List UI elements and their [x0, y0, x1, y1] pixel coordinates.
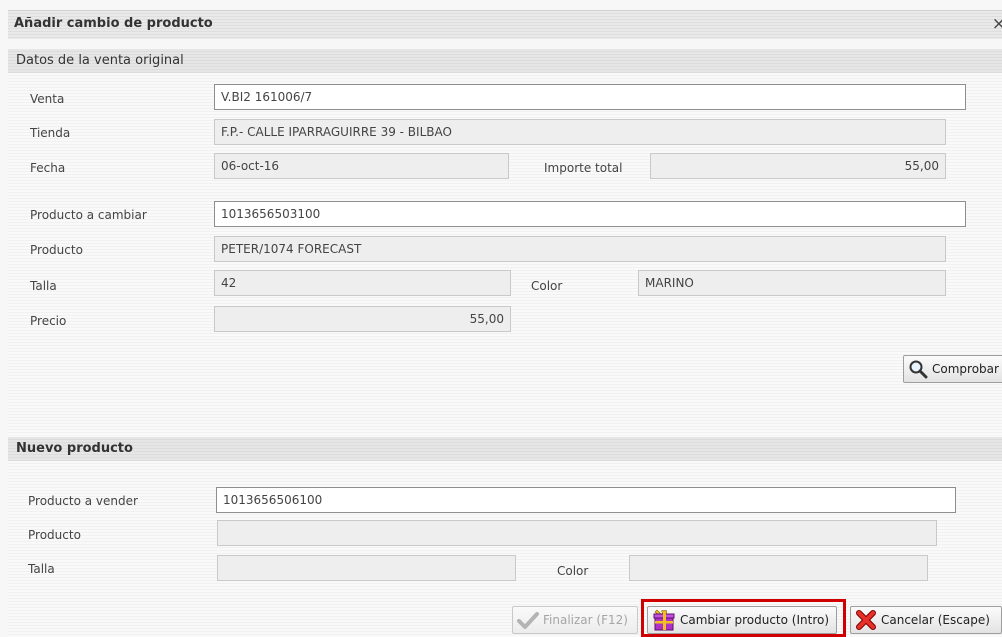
producto-label: Producto — [30, 243, 83, 257]
importe-total-label: Importe total — [544, 161, 623, 175]
new-producto-field — [217, 520, 937, 546]
new-product-section-header: Nuevo producto — [8, 437, 1002, 461]
new-color-field — [629, 555, 928, 581]
new-producto-label: Producto — [28, 528, 81, 542]
producto-a-vender-input[interactable]: 1013656506100 — [216, 487, 956, 513]
dialog-titlebar: Añadir cambio de producto × — [8, 10, 1002, 39]
original-sale-section-title: Datos de la venta original — [16, 53, 184, 68]
cancelar-button[interactable]: Cancelar (Escape) — [850, 606, 1002, 634]
importe-total-field: 55,00 — [650, 153, 946, 179]
producto-a-cambiar-input[interactable]: 1013656503100 — [214, 201, 966, 227]
cancelar-button-label: Cancelar (Escape) — [881, 613, 990, 627]
new-color-label: Color — [557, 564, 589, 578]
color-label: Color — [531, 279, 563, 293]
finalizar-button[interactable]: Finalizar (F12) — [512, 606, 638, 634]
red-x-icon — [856, 610, 876, 630]
checkmark-icon — [517, 612, 539, 629]
venta-label: Venta — [30, 92, 65, 106]
comprobar-button-label: Comprobar — [932, 362, 999, 376]
comprobar-button[interactable]: Comprobar — [903, 355, 1002, 383]
add-product-change-dialog: Añadir cambio de producto × Datos de la … — [0, 0, 1002, 637]
precio-field: 55,00 — [214, 306, 511, 332]
talla-field: 42 — [214, 270, 511, 296]
new-product-section-title: Nuevo producto — [16, 441, 133, 456]
red-highlight-box — [641, 599, 846, 637]
venta-input[interactable]: V.BI2 161006/7 — [214, 84, 966, 110]
talla-label: Talla — [30, 279, 57, 293]
fecha-label: Fecha — [30, 161, 66, 175]
original-sale-panel: Venta V.BI2 161006/7 Tienda F.P.- CALLE … — [8, 73, 1002, 435]
finalizar-button-label: Finalizar (F12) — [543, 613, 628, 627]
producto-a-vender-label: Producto a vender — [28, 494, 138, 508]
fecha-field: 06-oct-16 — [214, 153, 509, 179]
color-field: MARINO — [638, 270, 946, 296]
new-talla-label: Talla — [28, 562, 55, 576]
precio-label: Precio — [30, 314, 67, 328]
original-sale-section-header: Datos de la venta original — [8, 49, 1002, 73]
new-talla-field — [217, 555, 516, 581]
producto-field: PETER/1074 FORECAST — [214, 236, 946, 262]
magnifier-icon — [909, 360, 928, 379]
dialog-title: Añadir cambio de producto — [14, 16, 213, 31]
close-icon[interactable]: × — [992, 14, 1002, 34]
tienda-field: F.P.- CALLE IPARRAGUIRRE 39 - BILBAO — [214, 119, 946, 145]
producto-a-cambiar-label: Producto a cambiar — [30, 208, 147, 222]
tienda-label: Tienda — [30, 126, 71, 140]
